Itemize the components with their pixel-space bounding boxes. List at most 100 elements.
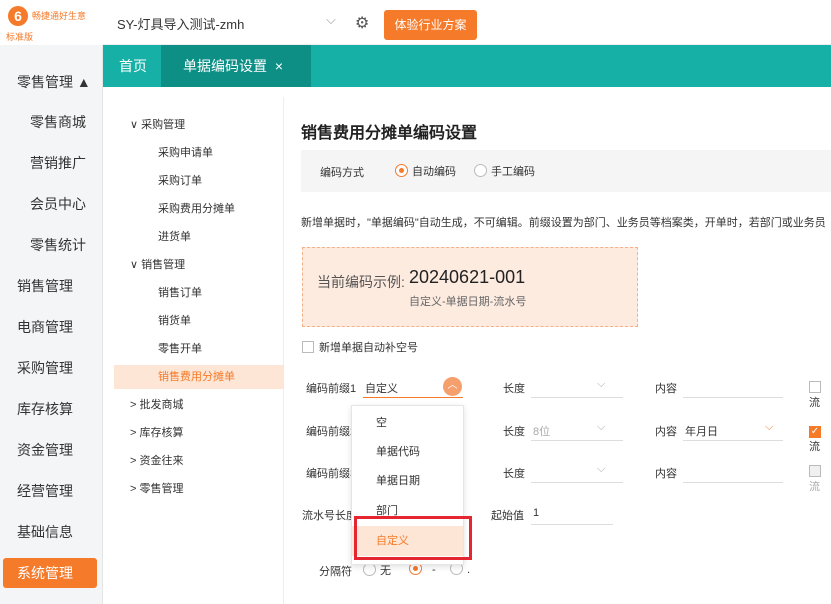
- logo-icon: 6: [8, 6, 28, 26]
- gear-icon[interactable]: ⚙: [355, 13, 369, 33]
- prefix1-value: 自定义: [365, 383, 398, 395]
- top-bar: 6 畅捷通好生意 标准版 SY-灯具导入测试-zmh ⌵ ⚙ 体验行业方案: [0, 0, 831, 45]
- help-note: 新增单据时，"单据编码"自动生成，不可编辑。前缀设置为部门、业务员等档案类，开单…: [301, 217, 826, 229]
- coding-method-bar: 编码方式 自动编码 手工编码: [301, 150, 831, 192]
- prefix2-label: 编码前缀2: [306, 426, 357, 438]
- radio-icon: [474, 164, 487, 177]
- coding-method-label: 编码方式: [320, 167, 364, 179]
- radio-label: -: [432, 564, 436, 576]
- tree-node-purchase[interactable]: ∨ 采购管理: [114, 113, 284, 137]
- chevron-down-icon[interactable]: ⌵: [326, 12, 336, 28]
- code-sample-box: 当前编码示例: 20240621-001 自定义-单据日期-流水号: [302, 247, 638, 327]
- dropdown-option-doc-date[interactable]: 单据日期: [352, 466, 463, 496]
- start-value: 1: [533, 507, 540, 519]
- sidebar-item-operations[interactable]: 经营管理: [0, 476, 103, 506]
- serial-length-label: 流水号长度: [302, 510, 357, 522]
- tree-node-label: 零售管理: [139, 483, 184, 495]
- checkbox-checked-icon: ✓: [809, 426, 821, 438]
- checkbox-icon: [809, 381, 821, 393]
- radio-auto-coding[interactable]: 自动编码: [395, 163, 456, 179]
- sidebar: 零售管理 ▲ 零售商城 营销推广 会员中心 零售统计 销售管理 电商管理 采购管…: [0, 45, 103, 604]
- radio-selected-icon: [395, 164, 408, 177]
- sidebar-item-marketing[interactable]: 营销推广: [0, 148, 103, 178]
- sidebar-item-basic-info[interactable]: 基础信息: [0, 517, 103, 547]
- sidebar-item-retail[interactable]: 零售管理 ▲: [0, 67, 103, 97]
- start-value-label: 起始值: [491, 510, 524, 522]
- radio-label: 手工编码: [491, 166, 535, 178]
- tree-node-wholesale[interactable]: > 批发商城: [114, 393, 284, 417]
- tree-node-funds[interactable]: > 资金往来: [114, 449, 284, 473]
- length2-label: 长度: [503, 426, 525, 438]
- length1-select[interactable]: ⌵: [531, 374, 623, 398]
- app-edition: 标准版: [6, 32, 34, 42]
- length3-select[interactable]: ⌵: [531, 459, 623, 483]
- tab-bar: 首页 单据编码设置 ×: [103, 45, 831, 87]
- chevron-down-icon: ∨: [130, 119, 142, 131]
- chevron-down-icon: ∨: [130, 259, 142, 271]
- tree-node-label: 采购管理: [141, 119, 186, 131]
- tree-item-active[interactable]: 销售费用分摊单: [114, 365, 284, 389]
- tree-node-retail[interactable]: > 零售管理: [114, 477, 284, 501]
- tab-code-settings[interactable]: 单据编码设置 ×: [161, 45, 311, 87]
- sidebar-item-ecommerce[interactable]: 电商管理: [0, 312, 103, 342]
- tab-home[interactable]: 首页: [119, 45, 147, 87]
- chevron-down-icon: ⌵: [765, 421, 774, 433]
- sidebar-item-retail-mall[interactable]: 零售商城: [0, 107, 103, 137]
- tree-node-label: 库存核算: [139, 427, 184, 439]
- chevron-up-icon[interactable]: ︿: [443, 377, 462, 396]
- tree-item[interactable]: 采购订单: [114, 169, 284, 193]
- experience-industry-button[interactable]: 体验行业方案: [384, 10, 477, 40]
- length3-label: 长度: [503, 468, 525, 480]
- dropdown-option-doc-code[interactable]: 单据代码: [352, 437, 463, 467]
- sidebar-item-retail-stats[interactable]: 零售统计: [0, 230, 103, 260]
- prefix3-label: 编码前缀3: [306, 468, 357, 480]
- prefix2-checkbox[interactable]: ✓流: [809, 423, 831, 454]
- prefix3-checkbox[interactable]: 流: [809, 465, 831, 494]
- content1-input[interactable]: [683, 374, 783, 398]
- tree-node-inventory[interactable]: > 库存核算: [114, 421, 284, 445]
- length2-select[interactable]: 8位 ⌵: [531, 417, 623, 441]
- content3-label: 内容: [655, 468, 677, 480]
- sidebar-item-system[interactable]: 系统管理: [3, 558, 97, 588]
- tree-item[interactable]: 采购申请单: [114, 141, 284, 165]
- content2-select[interactable]: 年月日 ⌵: [683, 417, 783, 441]
- sidebar-item-member[interactable]: 会员中心: [0, 189, 103, 219]
- tree-item[interactable]: 零售开单: [114, 337, 284, 361]
- tree-node-label: 批发商城: [139, 399, 184, 411]
- tree-item[interactable]: 进货单: [114, 225, 284, 249]
- radio-label: 无: [380, 565, 391, 577]
- content3-input[interactable]: [683, 459, 783, 483]
- prefix1-checkbox[interactable]: 流: [809, 381, 831, 410]
- separator-label: 分隔符: [319, 566, 352, 578]
- sidebar-item-inventory[interactable]: 库存核算: [0, 394, 103, 424]
- tree-item[interactable]: 采购费用分摊单: [114, 197, 284, 221]
- tree-node-label: 销售管理: [141, 259, 186, 271]
- checkbox-icon: [302, 341, 314, 353]
- start-value-input[interactable]: 1: [531, 501, 613, 525]
- content2-value: 年月日: [685, 426, 718, 438]
- chevron-down-icon: ⌵: [597, 378, 606, 390]
- tab-label: 单据编码设置: [183, 58, 267, 74]
- radio-manual-coding[interactable]: 手工编码: [474, 163, 535, 179]
- sidebar-item-funds[interactable]: 资金管理: [0, 435, 103, 465]
- tree-node-sales[interactable]: ∨ 销售管理: [114, 253, 284, 277]
- tree-item[interactable]: 销货单: [114, 309, 284, 333]
- highlight-box: [354, 516, 472, 560]
- sidebar-item-purchase[interactable]: 采购管理: [0, 353, 103, 383]
- app-logo[interactable]: 6 畅捷通好生意 标准版: [0, 0, 103, 45]
- checkbox-label: 流: [809, 441, 820, 453]
- checkbox-label: 流: [809, 397, 820, 409]
- sample-label: 当前编码示例:: [317, 274, 405, 290]
- document-tree: ∨ 采购管理 采购申请单 采购订单 采购费用分摊单 进货单 ∨ 销售管理 销售订…: [114, 97, 284, 604]
- tree-item[interactable]: 销售订单: [114, 281, 284, 305]
- chevron-down-icon: ⌵: [597, 421, 606, 433]
- tree-node-label: 资金往来: [139, 455, 184, 467]
- checkbox-label: 流: [809, 481, 820, 493]
- sample-value: 20240621-001: [409, 267, 526, 287]
- close-icon[interactable]: ×: [275, 58, 283, 74]
- autofill-checkbox[interactable]: 新增单据自动补空号: [302, 339, 418, 355]
- prefix1-label: 编码前缀1: [306, 383, 357, 395]
- dropdown-option-empty[interactable]: 空: [352, 408, 463, 438]
- sidebar-item-sales[interactable]: 销售管理: [0, 271, 103, 301]
- account-selector[interactable]: SY-灯具导入测试-zmh: [117, 14, 244, 33]
